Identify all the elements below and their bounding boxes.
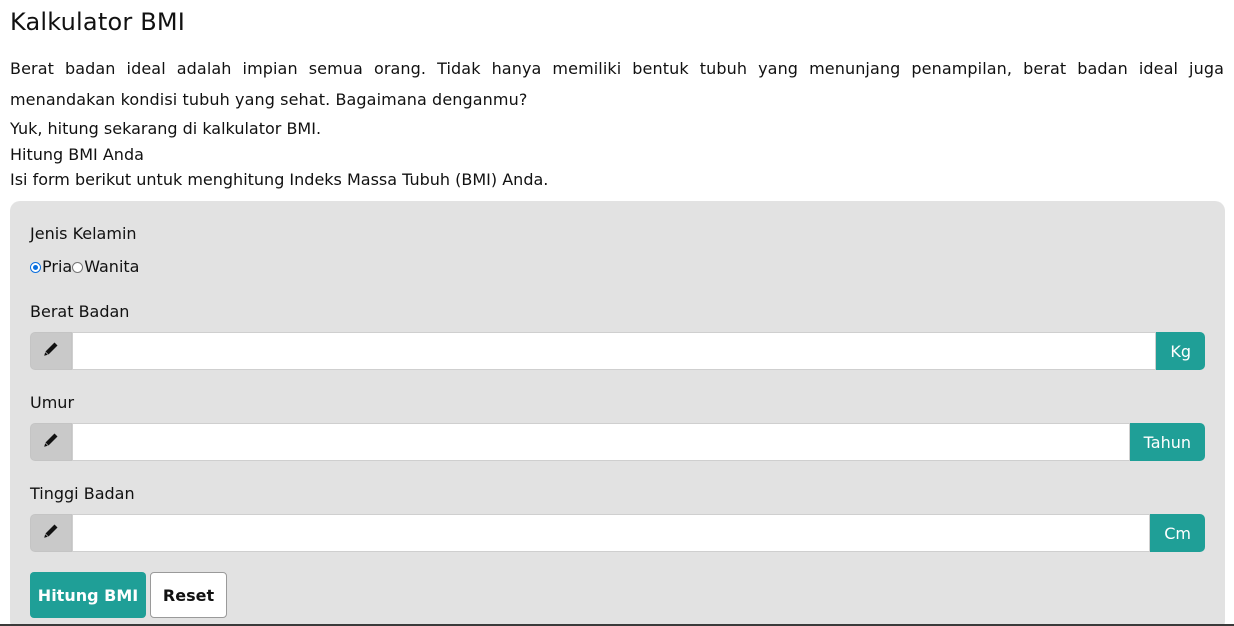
radio-button-wanita[interactable] <box>72 261 84 273</box>
pencil-icon <box>43 432 59 452</box>
weight-input-group: Kg <box>30 332 1205 370</box>
height-label: Tinggi Badan <box>30 484 135 503</box>
weight-input[interactable] <box>72 332 1157 370</box>
gender-radio-wanita[interactable]: Wanita <box>72 257 139 277</box>
calculate-bmi-button[interactable]: Hitung BMI <box>30 572 146 618</box>
page: Kalkulator BMI Berat badan ideal adalah … <box>0 0 1234 626</box>
age-addon <box>30 423 72 461</box>
age-unit-badge: Tahun <box>1129 423 1205 461</box>
age-input[interactable] <box>72 423 1130 461</box>
page-title: Kalkulator BMI <box>10 8 186 36</box>
pencil-icon <box>43 523 59 543</box>
radio-button-pria[interactable] <box>30 261 41 273</box>
bmi-form-card: Jenis Kelamin Pria Wanita Berat Badan Kg… <box>10 201 1225 626</box>
gender-radio-pria[interactable]: Pria <box>30 257 72 277</box>
radio-label-wanita: Wanita <box>84 257 140 276</box>
height-addon <box>30 514 72 552</box>
pencil-icon <box>43 341 59 361</box>
age-input-group: Tahun <box>30 423 1205 461</box>
height-unit-badge: Cm <box>1150 514 1205 552</box>
height-input[interactable] <box>72 514 1151 552</box>
intro-paragraph: Berat badan ideal adalah impian semua or… <box>10 59 1224 109</box>
weight-unit-badge: Kg <box>1156 332 1205 370</box>
height-input-group: Cm <box>30 514 1205 552</box>
section-description: Isi form berikut untuk menghitung Indeks… <box>10 170 549 189</box>
gender-label: Jenis Kelamin <box>30 224 137 243</box>
gender-radio-group: Pria Wanita <box>30 257 139 277</box>
radio-label-pria: Pria <box>42 257 73 276</box>
section-title: Hitung BMI Anda <box>10 145 144 164</box>
weight-label: Berat Badan <box>30 302 130 321</box>
age-label: Umur <box>30 393 75 412</box>
weight-addon <box>30 332 72 370</box>
call-to-action-text: Yuk, hitung sekarang di kalkulator BMI. <box>10 119 322 138</box>
reset-button[interactable]: Reset <box>150 572 227 618</box>
